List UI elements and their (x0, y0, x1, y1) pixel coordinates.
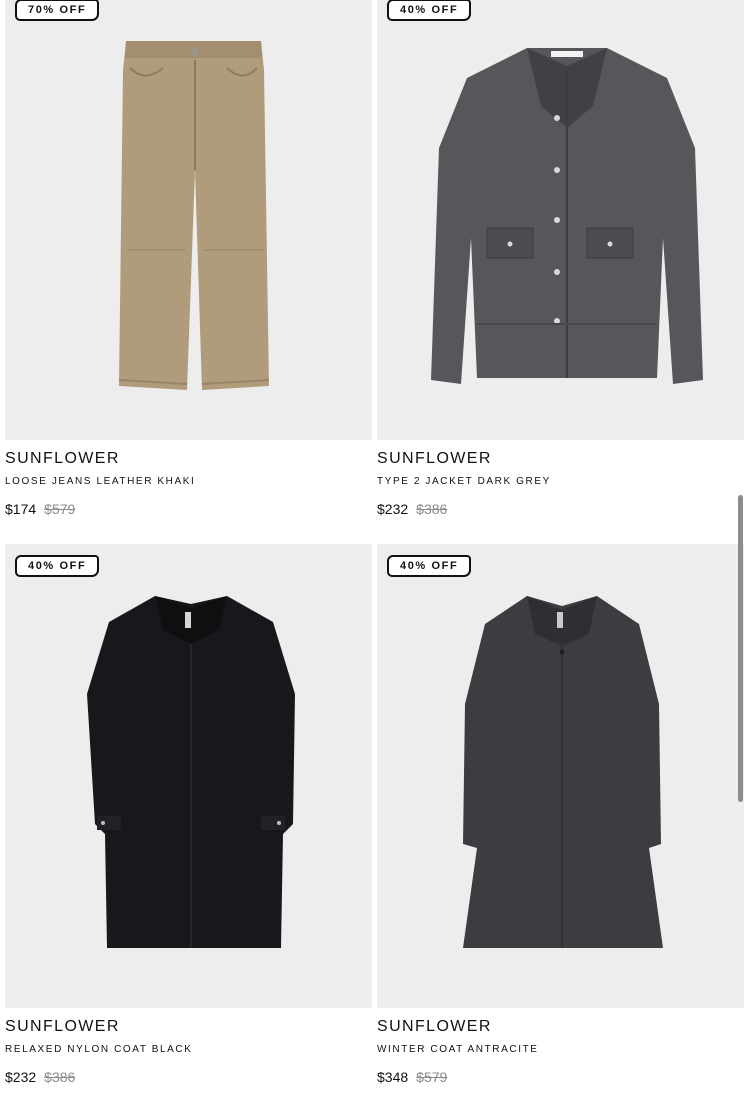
price-row: $232 $386 (5, 1068, 372, 1086)
black-nylon-coat-image (87, 596, 295, 948)
discount-badge: 40% OFF (15, 555, 100, 577)
product-brand[interactable]: SUNFLOWER (377, 449, 744, 469)
product-name[interactable]: TYPE 2 JACKET DARK GREY (377, 475, 744, 489)
product-image-link[interactable]: 40% OFF (377, 544, 744, 1008)
product-name[interactable]: LOOSE JEANS LEATHER KHAKI (5, 475, 372, 489)
sale-price: $232 (377, 501, 409, 517)
scrollbar-thumb[interactable] (738, 495, 743, 802)
product-card: 70% OFF SUNFLOWER LOOSE JEANS LEATHER KH… (5, 0, 372, 518)
product-brand[interactable]: SUNFLOWER (5, 1017, 372, 1037)
discount-badge: 40% OFF (387, 555, 472, 577)
product-image-link[interactable]: 40% OFF (377, 0, 744, 440)
sale-price: $232 (5, 1069, 37, 1085)
product-name[interactable]: RELAXED NYLON COAT BLACK (5, 1043, 372, 1057)
anthracite-wool-coat-image (463, 596, 663, 948)
discount-badge: 40% OFF (387, 0, 472, 21)
sale-price: $174 (5, 501, 37, 517)
product-brand[interactable]: SUNFLOWER (377, 1017, 744, 1037)
khaki-leather-pants-image (118, 41, 270, 390)
price-row: $232 $386 (377, 500, 744, 518)
product-card: 40% OFF SUNFLOWER RELAXED NYLON COAT BLA… (5, 544, 372, 1086)
original-price: $386 (44, 1069, 76, 1085)
product-name[interactable]: WINTER COAT ANTRACITE (377, 1043, 744, 1057)
product-brand[interactable]: SUNFLOWER (5, 449, 372, 469)
original-price: $579 (416, 1069, 448, 1085)
original-price: $579 (44, 501, 76, 517)
price-row: $174 $579 (5, 500, 372, 518)
price-row: $348 $579 (377, 1068, 744, 1086)
dark-grey-denim-jacket-image (431, 48, 703, 384)
product-image-link[interactable]: 40% OFF (5, 544, 372, 1008)
discount-badge: 70% OFF (15, 0, 100, 21)
product-card: 40% OFF SUNFLOWER TYPE 2 JACKET DARK GRE… (377, 0, 744, 518)
product-image-link[interactable]: 70% OFF (5, 0, 372, 440)
sale-price: $348 (377, 1069, 409, 1085)
original-price: $386 (416, 501, 448, 517)
product-card: 40% OFF SUNFLOWER WINTER COAT ANTRACITE … (377, 544, 744, 1086)
